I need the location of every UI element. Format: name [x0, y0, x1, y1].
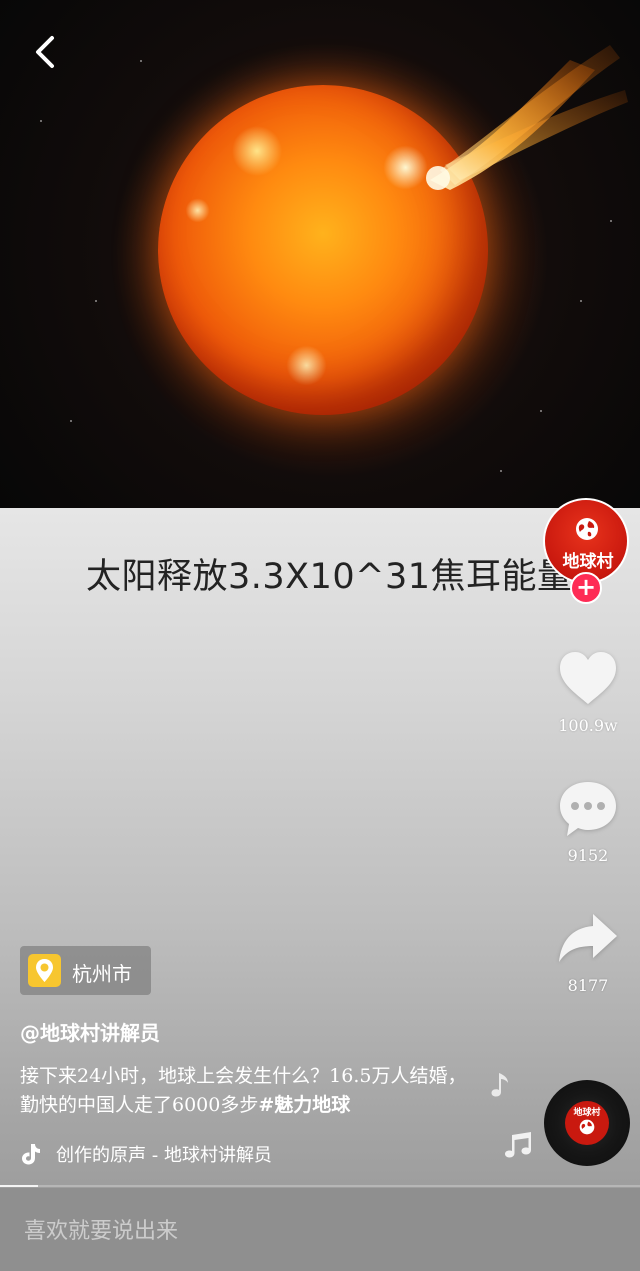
comment-bubble-icon — [560, 782, 616, 836]
music-disc[interactable]: 地球村 — [544, 1080, 630, 1166]
tiktok-note-icon — [22, 1144, 40, 1165]
location-pin-icon — [28, 954, 61, 987]
disc-label: 地球村 — [573, 1108, 601, 1118]
share-count: 8177 — [567, 976, 609, 995]
heart-icon — [560, 652, 616, 704]
music-note-icon — [491, 1073, 508, 1097]
location-label: 杭州市 — [72, 962, 132, 986]
comment-input[interactable] — [22, 1210, 586, 1252]
video-player[interactable]: 太阳释放3.3X10^31焦耳能量 地球村 + 100.9w 9152 8177… — [0, 0, 640, 1271]
description-text: 接下来24小时，地球上会发生什么？16.5万人结婚，勤快的中国人走了6000多步 — [20, 1065, 467, 1116]
disc-cover: 地球村 — [565, 1101, 609, 1145]
share-arrow-icon — [559, 914, 617, 962]
like-count: 100.9w — [558, 716, 618, 735]
author-name[interactable]: @地球村讲解员 — [20, 1017, 160, 1046]
video-caption: 太阳释放3.3X10^31焦耳能量 — [86, 557, 573, 597]
music-label: 创作的原声 - 地球村讲解员 — [56, 1145, 272, 1166]
progress-fill — [0, 1185, 39, 1187]
globe-icon — [579, 1119, 595, 1135]
share-button[interactable]: 8177 — [548, 906, 628, 995]
video-frame-top — [0, 0, 640, 508]
hashtag-link[interactable]: #魅力地球 — [258, 1094, 350, 1116]
music-notes-icon — [505, 1132, 531, 1158]
follow-button[interactable]: + — [570, 572, 602, 604]
like-button[interactable]: 100.9w — [548, 646, 628, 735]
solar-flare-image — [426, 45, 628, 190]
post-description: 接下来24小时，地球上会发生什么？16.5万人结婚，勤快的中国人走了6000多步… — [20, 1062, 470, 1120]
avatar-label: 地球村 — [562, 552, 614, 572]
playback-progress[interactable] — [0, 1185, 640, 1187]
globe-icon — [576, 518, 598, 540]
comment-bar — [0, 1188, 640, 1271]
chevron-left-icon[interactable] — [28, 32, 62, 72]
comment-button[interactable]: 9152 — [548, 776, 628, 865]
comment-count: 9152 — [567, 846, 609, 865]
music-info[interactable]: 创作的原声 - 地球村讲解员 — [20, 1140, 272, 1168]
location-chip[interactable]: 杭州市 — [20, 946, 151, 995]
